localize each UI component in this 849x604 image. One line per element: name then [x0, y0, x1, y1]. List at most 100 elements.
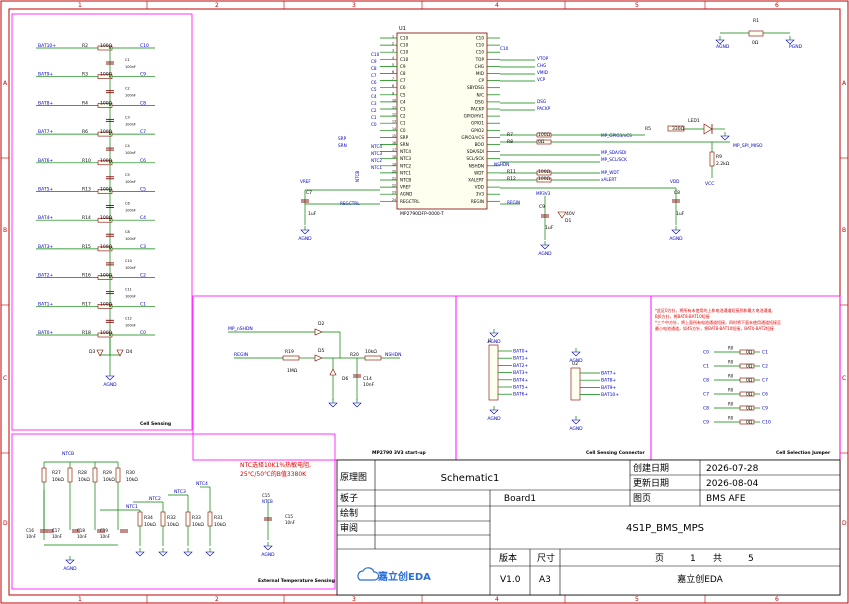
- ic-pin-name: NSHDN: [469, 163, 484, 168]
- thermistor-ref: R34: [144, 515, 153, 521]
- ic-pin-number: 23: [392, 191, 396, 195]
- net-label: BAT3+: [513, 370, 528, 376]
- col-marker: 6: [775, 596, 779, 603]
- junction-dot: [109, 219, 111, 222]
- diode-d2: [314, 328, 323, 336]
- ic-pin-name: C7: [400, 78, 406, 83]
- gnd-label: AGND: [487, 339, 501, 345]
- agnd-label: AGND: [716, 44, 730, 50]
- ic-pin-name: C1: [400, 121, 406, 126]
- ic-pin-number: 14: [392, 127, 396, 131]
- net-label: VCP: [537, 77, 546, 82]
- net-label: NTC4: [196, 481, 208, 487]
- r9-value: 2.2kΩ: [716, 161, 730, 167]
- ic-pin-number: 6: [392, 70, 394, 74]
- ic-pin-name: SRP: [400, 135, 409, 140]
- page-label: 图页: [633, 493, 651, 504]
- ic-pin-number: 8: [392, 84, 394, 88]
- junction-dot: [109, 133, 111, 136]
- panel-startup: [192, 295, 457, 461]
- r5-value: 330Ω: [672, 126, 685, 132]
- resistor-ref: R18: [82, 330, 91, 336]
- diode-d6: [329, 368, 337, 376]
- gnd-label: AGND: [569, 358, 583, 364]
- led1-label: LED1: [688, 118, 700, 124]
- row-marker: B: [3, 227, 7, 234]
- ic-pin-number: 3: [392, 49, 394, 53]
- r8-value: 0Ω: [538, 139, 545, 145]
- net-label: MP3V3: [536, 191, 551, 196]
- net-label: MP_GPIO3/nCS: [601, 133, 632, 138]
- thermistor-ref: R31: [214, 515, 223, 521]
- r11-value: 100Ω: [538, 169, 551, 175]
- d1-label: D1: [565, 218, 571, 224]
- thermistor-value: 10kΩ: [192, 522, 204, 528]
- panel-connector: [455, 295, 652, 461]
- ground-icon: [540, 244, 550, 250]
- net-label: C6: [371, 80, 377, 85]
- size-label: 尺寸: [537, 552, 555, 564]
- d1-value: 40V: [566, 211, 576, 217]
- col-marker: 4: [495, 2, 499, 9]
- capacitor-value: 100nF: [125, 180, 136, 184]
- capacitor-ref: C8: [125, 230, 130, 234]
- capacitor-value: 10nF: [100, 534, 111, 539]
- ntc-thermistor: [137, 511, 143, 527]
- resistor-ref: R2: [82, 43, 88, 49]
- row-marker: C: [842, 375, 846, 382]
- col-marker: 6: [775, 2, 779, 9]
- ic-pin-name: C8: [400, 71, 406, 76]
- capacitor-value: 100nF: [125, 266, 136, 270]
- ground-icon: [135, 551, 145, 557]
- ic-pin-name: SBYDSG: [467, 85, 484, 90]
- net-label: VDD: [670, 179, 679, 184]
- resistor-value: 0Ω: [746, 392, 753, 398]
- r9-resistor: [709, 151, 715, 167]
- resistor-ref: R20: [350, 352, 359, 358]
- ic-pin-name: C3: [400, 107, 406, 112]
- ic-pin-name: PACKP: [471, 107, 485, 112]
- diode-d5: [314, 354, 323, 362]
- ic-pin-name: C5: [400, 92, 406, 97]
- ic-pin-name: C9: [400, 64, 406, 69]
- title-block: 原理图 Schematic1 板子 Board1 绘制 审阅 创建日期 2026…: [336, 459, 841, 596]
- net-label: PACKP: [537, 106, 551, 111]
- ic-pin-name: XALERT: [468, 178, 484, 183]
- diode-ref: D6: [342, 376, 348, 382]
- pullup-resistor: [41, 467, 47, 483]
- resistor-ref: R30: [126, 470, 135, 476]
- ic-pin-number: 24: [392, 198, 396, 202]
- ntc-note: 25℃/50℃的B值3380K: [240, 470, 307, 478]
- resistor-ref: R29: [103, 470, 112, 476]
- net-label: NSHDN: [494, 162, 509, 167]
- col-marker: 5: [635, 2, 639, 9]
- net-label: MP_nSHDN: [228, 326, 253, 332]
- net-label: CHG: [537, 63, 546, 68]
- version-label: 版本: [499, 552, 517, 564]
- pullup-resistor: [92, 467, 98, 483]
- total-word: 共: [713, 553, 722, 564]
- col-marker: 4: [495, 596, 499, 603]
- gnd-label: AGND: [487, 416, 501, 422]
- net-label: C8: [703, 406, 709, 412]
- ic-pin-name: REGIN: [471, 199, 484, 204]
- ground-icon: [720, 135, 730, 141]
- row-marker: D: [842, 520, 847, 527]
- thermistor-ref: R32: [167, 515, 176, 521]
- net-label: REGCTRL: [340, 201, 360, 206]
- ic-pin-name: C10: [400, 50, 409, 55]
- design-name: 4S1P_BMS_MPS: [626, 523, 704, 534]
- resistor-ref: R0: [728, 360, 734, 365]
- ic-pin-name: MID: [476, 71, 484, 76]
- net-label: xALERT: [601, 177, 617, 182]
- ic-pin-number: 19: [392, 162, 396, 166]
- col-marker: 1: [78, 2, 82, 9]
- capacitor-value: 100nF: [125, 151, 136, 155]
- resistor-ref: R27: [52, 470, 61, 476]
- cell-selection-jumper: *此区0方针，将所有未使用的上和电池通道短接到和最大电池通道, BJ0方针，将B…: [655, 307, 781, 426]
- section-title: MP2790 3V3 start-up: [372, 450, 426, 456]
- ic-pin-name: N/C: [477, 92, 485, 97]
- resistor-value: 0Ω: [746, 350, 753, 356]
- ground-icon: [489, 332, 499, 338]
- page-num: 1: [690, 554, 696, 564]
